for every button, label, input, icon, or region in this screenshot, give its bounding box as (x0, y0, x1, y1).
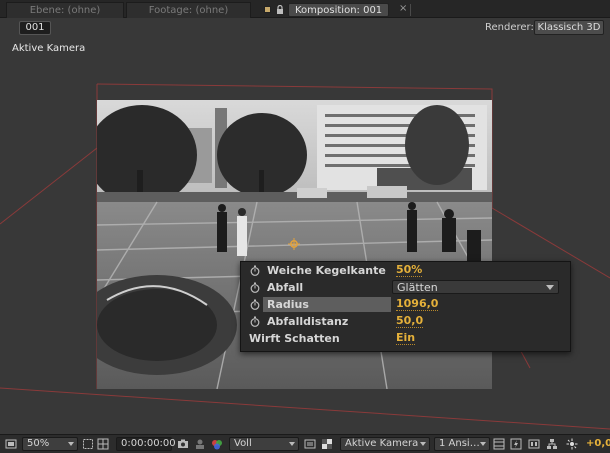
property-name: Wirft Schatten (249, 332, 340, 345)
toggle-pixel-aspect-icon[interactable] (493, 438, 505, 450)
property-row-falloff-distance[interactable]: Abfalldistanz 50,0 (241, 313, 570, 330)
always-preview-icon[interactable] (5, 438, 17, 450)
composition-name-field[interactable]: 001 (19, 21, 51, 35)
property-row-falloff[interactable]: Abfall Glätten (241, 279, 570, 296)
fast-preview-bolt-icon[interactable] (510, 438, 522, 450)
light-properties-panel: Weiche Kegelkante 50% Abfall Glätten Rad… (240, 261, 571, 352)
composition-color-swatch (264, 6, 271, 13)
viewer-header: 001 Renderer: Klassisch 3D (0, 18, 610, 38)
resolution-value: Voll (234, 438, 252, 449)
chevron-down-icon (480, 442, 486, 446)
region-of-interest-icon[interactable] (82, 438, 94, 450)
stopwatch-icon[interactable] (250, 316, 260, 327)
resolution-dropdown[interactable]: Voll (229, 437, 299, 451)
panel-tab-bar: Ebene: (ohne) Footage: (ohne) Kompositio… (0, 0, 610, 18)
flowchart-icon[interactable] (546, 438, 558, 450)
chevron-down-icon (546, 285, 554, 290)
grid-icon[interactable] (97, 438, 109, 450)
camera-view-value: Aktive Kamera (345, 438, 419, 449)
chevron-down-icon (289, 442, 295, 446)
transparency-grid-icon[interactable] (321, 438, 333, 450)
tab-layer[interactable]: Ebene: (ohne) (6, 2, 124, 18)
renderer-button[interactable]: Klassisch 3D (534, 20, 604, 35)
property-row-casts-shadows[interactable]: Wirft Schatten Ein (241, 330, 570, 347)
current-time-display[interactable]: 0:00:00:00 (116, 437, 176, 451)
stopwatch-icon[interactable] (250, 299, 260, 310)
property-value[interactable]: 1096,0 (396, 298, 439, 311)
viewer-bottom-toolbar: 50% 0:00:00:00 Voll Aktive Kamera 1 Ansi… (0, 434, 610, 453)
tab-divider (410, 4, 411, 16)
property-row-cone-feather[interactable]: Weiche Kegelkante 50% (241, 262, 570, 279)
view-layout-dropdown[interactable]: 1 Ansi… (434, 437, 490, 451)
falloff-dropdown[interactable]: Glätten (392, 280, 559, 294)
lock-icon[interactable] (276, 5, 284, 14)
chevron-down-icon (68, 442, 74, 446)
point-of-interest-icon[interactable] (288, 238, 300, 250)
property-value[interactable]: 50% (396, 264, 423, 277)
zoom-value: 50% (27, 438, 50, 449)
exposure-value[interactable]: +0,0 (586, 438, 610, 449)
camera-view-dropdown[interactable]: Aktive Kamera (340, 437, 430, 451)
zoom-dropdown[interactable]: 50% (22, 437, 78, 451)
property-name: Weiche Kegelkante (267, 264, 386, 277)
show-snapshot-icon[interactable] (194, 438, 206, 450)
property-value[interactable]: Ein (396, 332, 416, 345)
property-name: Abfalldistanz (267, 315, 349, 328)
view-layout-value: 1 Ansi… (439, 438, 480, 449)
reset-exposure-icon[interactable] (566, 438, 578, 450)
tab-composition[interactable]: Komposition: 001 (288, 3, 390, 17)
close-tab-icon[interactable]: × (399, 3, 407, 14)
dropdown-selected-value: Glätten (397, 281, 438, 294)
stopwatch-icon[interactable] (250, 265, 260, 276)
chevron-down-icon (420, 442, 426, 446)
color-channels-icon[interactable] (211, 438, 223, 450)
property-name: Radius (267, 298, 309, 311)
camera-snapshot-icon[interactable] (177, 438, 189, 450)
tab-footage[interactable]: Footage: (ohne) (126, 2, 251, 18)
timeline-icon[interactable] (528, 438, 540, 450)
renderer-label: Renderer: (485, 22, 534, 33)
property-row-radius[interactable]: Radius 1096,0 (241, 296, 570, 313)
fast-previews-icon[interactable] (304, 438, 316, 450)
stopwatch-icon[interactable] (250, 282, 260, 293)
timecode-value: 0:00:00:00 (121, 438, 176, 449)
property-value[interactable]: 50,0 (396, 315, 424, 328)
property-name: Abfall (267, 281, 304, 294)
